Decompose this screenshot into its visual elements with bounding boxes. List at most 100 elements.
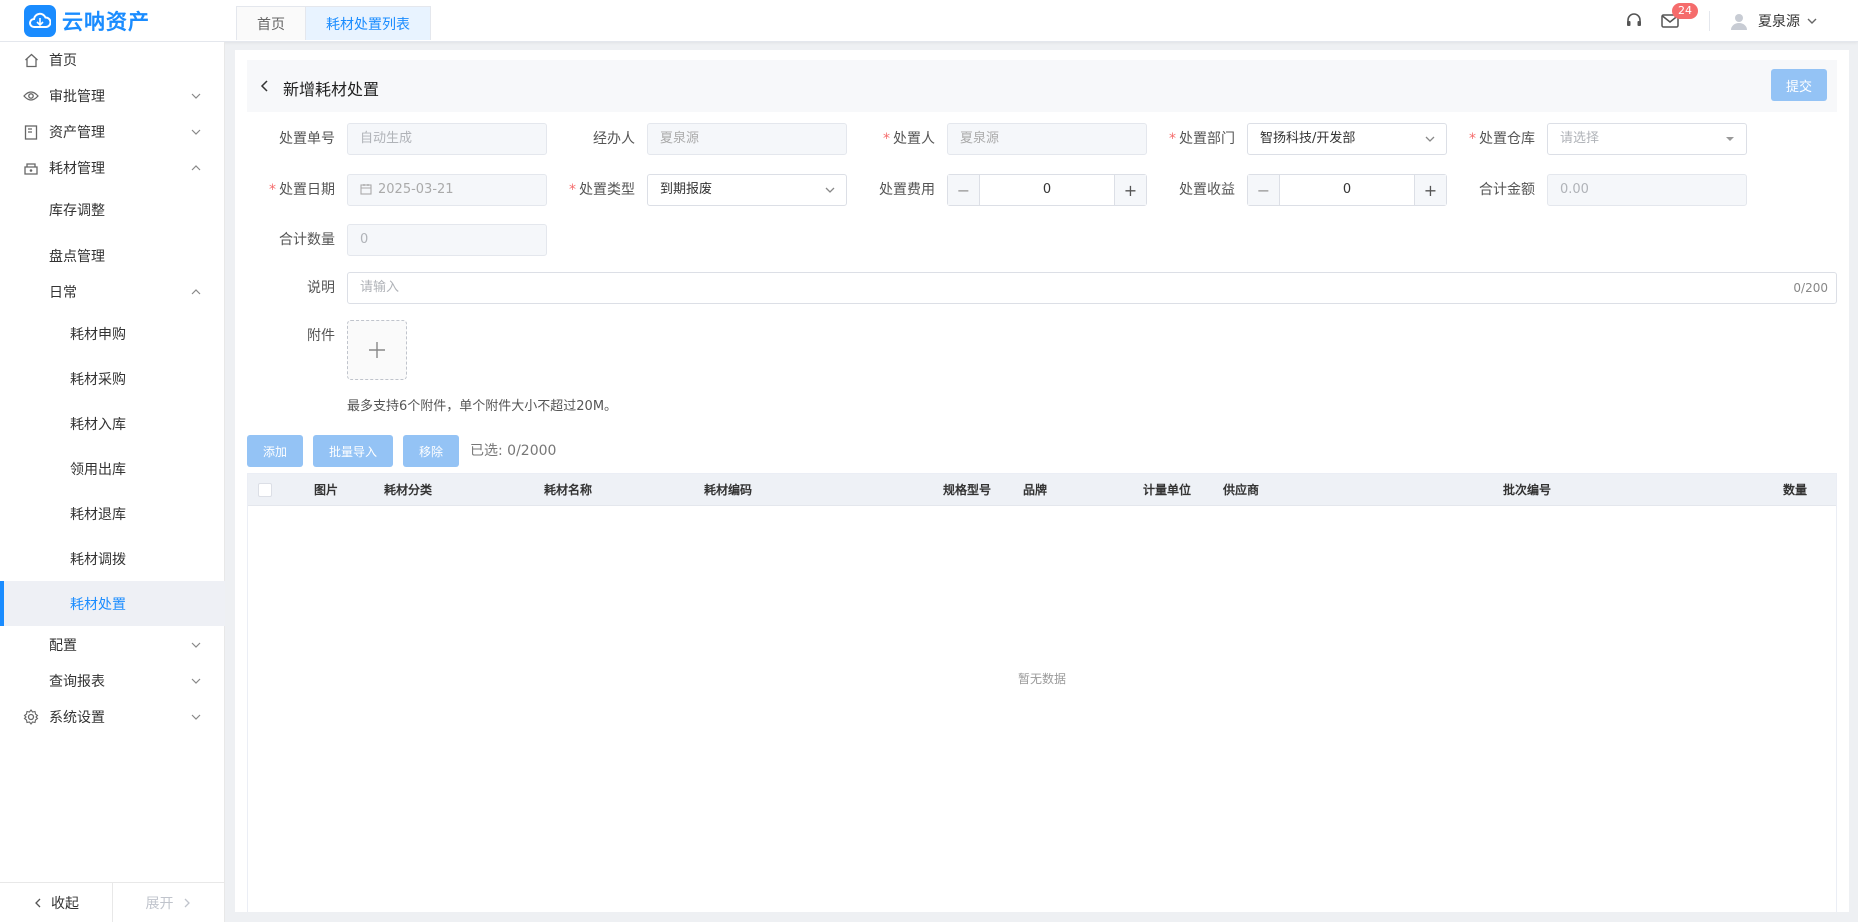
label-text: 处置收益	[1179, 182, 1235, 198]
column-header-batch-no: 批次编号	[1503, 483, 1552, 497]
app-name: 云呐资产	[62, 10, 150, 34]
income-stepper[interactable]: − 0 +	[1247, 174, 1447, 206]
label-text: 处置类型	[579, 182, 635, 198]
caret-down-icon	[1724, 133, 1736, 145]
sidebar-item-home[interactable]: 首页	[0, 42, 225, 78]
required-mark: *	[569, 182, 576, 198]
sidebar-item-requisition-out[interactable]: 领用出库	[0, 451, 225, 487]
submit-button[interactable]: 提交	[1771, 69, 1827, 101]
tab-supplies-disposal-list[interactable]: 耗材处置列表	[305, 6, 431, 40]
sidebar-item-daily[interactable]: 日常	[0, 274, 225, 310]
disposer-field[interactable]: 夏泉源	[947, 123, 1147, 155]
page-header: 新增耗材处置 提交	[247, 60, 1837, 112]
remark-placeholder: 请输入	[360, 280, 400, 295]
upload-attachment-button[interactable]	[347, 320, 407, 380]
sidebar-item-approval[interactable]: 审批管理	[0, 78, 225, 114]
mail-icon[interactable]: 24	[1659, 3, 1698, 32]
cost-value[interactable]: 0	[980, 175, 1114, 205]
sidebar-item-supplies[interactable]: 耗材管理	[0, 150, 225, 186]
back-arrow-icon[interactable]	[257, 78, 273, 94]
tab-label: 首页	[257, 16, 285, 33]
sidebar-item-label: 耗材调拨	[70, 552, 126, 568]
user-menu[interactable]: 夏泉源	[1728, 10, 1818, 32]
sidebar-item-return[interactable]: 耗材退库	[0, 496, 225, 532]
type-value: 到期报废	[660, 182, 713, 197]
username: 夏泉源	[1758, 14, 1800, 30]
cost-stepper[interactable]: − 0 +	[947, 174, 1147, 206]
sidebar-item-disposal[interactable]: 耗材处置	[0, 581, 225, 626]
select-all-checkbox[interactable]	[258, 483, 272, 497]
date-value: 2025-03-21	[378, 182, 454, 197]
remark-char-count: 0/200	[1793, 281, 1828, 295]
sidebar-item-stocktake[interactable]: 盘点管理	[0, 238, 225, 274]
total-amount-field[interactable]: 0.00	[1547, 174, 1747, 206]
department-select[interactable]: 智扬科技/开发部	[1247, 123, 1447, 155]
sidebar-item-label: 查询报表	[49, 674, 105, 690]
table-header: 图片 耗材分类 耗材名称 耗材编码 规格型号 品牌 计量单位 供应商 批次编号 …	[248, 474, 1836, 506]
empty-state-text: 暂无数据	[1017, 672, 1066, 686]
sidebar-item-label: 审批管理	[49, 89, 105, 105]
sidebar-item-label: 耗材入库	[70, 417, 126, 433]
warehouse-select[interactable]: 请选择	[1547, 123, 1747, 155]
total-qty-placeholder: 0	[360, 232, 369, 247]
add-button[interactable]: 添加	[247, 435, 303, 467]
sidebar-item-transfer[interactable]: 耗材调拨	[0, 541, 225, 577]
handler-label: 经办人	[525, 123, 635, 155]
collapse-label: 收起	[51, 896, 79, 912]
sidebar-item-assets[interactable]: 资产管理	[0, 114, 225, 150]
income-decrement-button[interactable]: −	[1248, 175, 1280, 205]
sidebar-item-reports[interactable]: 查询报表	[0, 663, 225, 699]
avatar-icon	[1728, 10, 1750, 32]
sidebar-item-label: 库存调整	[49, 203, 105, 219]
sidebar-item-label: 耗材退库	[70, 507, 126, 523]
label-text: 经办人	[593, 131, 635, 147]
sidebar-footer: 收起 展开	[0, 882, 225, 922]
label-text: 合计数量	[279, 232, 335, 248]
column-header-brand: 品牌	[1023, 483, 1048, 497]
column-header-code: 耗材编码	[704, 483, 753, 497]
batch-import-button[interactable]: 批量导入	[313, 435, 393, 467]
sidebar-item-label: 首页	[49, 53, 77, 69]
department-value: 智扬科技/开发部	[1260, 131, 1356, 146]
selected-count: 已选: 0/2000	[470, 443, 557, 459]
sidebar-item-purchase-request[interactable]: 耗材申购	[0, 316, 225, 352]
remark-label: 说明	[225, 272, 335, 304]
handler-field[interactable]: 夏泉源	[647, 123, 847, 155]
attachment-label: 附件	[225, 320, 335, 352]
sidebar-item-inventory-adjust[interactable]: 库存调整	[0, 192, 225, 228]
supplies-icon	[23, 160, 39, 176]
sidebar-item-label: 资产管理	[49, 125, 105, 141]
disposal-no-placeholder: 自动生成	[360, 131, 413, 146]
column-header-spec: 规格型号	[943, 483, 992, 497]
asset-icon	[23, 124, 39, 140]
label-text: 处置单号	[279, 131, 335, 147]
home-icon	[23, 52, 39, 68]
main-panel: 新增耗材处置 提交 处置单号 自动生成 经办人 夏泉源 * 处置人 夏泉源 * 处置…	[235, 50, 1849, 912]
department-label: * 处置部门	[1125, 123, 1235, 155]
disposal-no-field[interactable]: 自动生成	[347, 123, 547, 155]
tab-home[interactable]: 首页	[236, 6, 306, 40]
column-header-quantity: 数量	[1783, 483, 1808, 497]
sidebar-item-label: 配置	[49, 638, 77, 654]
chevron-up-icon	[189, 161, 203, 175]
disposer-value: 夏泉源	[960, 131, 1000, 146]
expand-sidebar-button[interactable]: 展开	[112, 883, 224, 922]
income-value[interactable]: 0	[1280, 175, 1414, 205]
sidebar-item-label: 耗材申购	[70, 327, 126, 343]
app-logo[interactable]: 云呐资产	[24, 5, 150, 37]
remove-button[interactable]: 移除	[403, 435, 459, 467]
type-select[interactable]: 到期报废	[647, 174, 847, 206]
sidebar-item-stock-in[interactable]: 耗材入库	[0, 406, 225, 442]
collapse-sidebar-button[interactable]: 收起	[0, 883, 112, 922]
sidebar-item-config[interactable]: 配置	[0, 627, 225, 663]
remark-input[interactable]: 请输入 0/200	[347, 272, 1837, 304]
customer-service-icon[interactable]	[1623, 10, 1645, 32]
label-text: 处置部门	[1179, 131, 1235, 147]
sidebar-item-label: 领用出库	[70, 462, 126, 478]
sidebar-item-purchase[interactable]: 耗材采购	[0, 361, 225, 397]
cost-decrement-button[interactable]: −	[948, 175, 980, 205]
total-qty-field[interactable]: 0	[347, 224, 547, 256]
date-picker[interactable]: 2025-03-21	[347, 174, 547, 206]
sidebar-item-label: 系统设置	[49, 710, 105, 726]
sidebar-item-system-settings[interactable]: 系统设置	[0, 699, 225, 735]
